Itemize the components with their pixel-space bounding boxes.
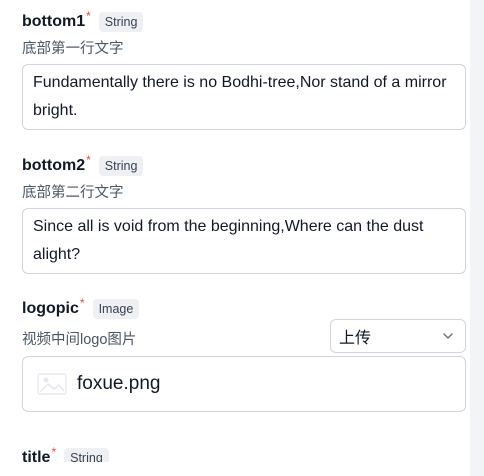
upload-mode-select[interactable]: 上传 bbox=[330, 319, 466, 353]
type-badge: String bbox=[98, 12, 144, 32]
field-label-row: logopic * Image bbox=[22, 296, 466, 321]
image-icon bbox=[37, 373, 67, 395]
scrollbar-track[interactable] bbox=[470, 0, 484, 476]
type-badge: Image bbox=[92, 299, 140, 319]
field-label: bottom1 bbox=[22, 13, 86, 30]
field-label: logopic bbox=[22, 300, 79, 317]
type-badge: String bbox=[98, 156, 144, 176]
field-description: 底部第二行文字 bbox=[22, 185, 124, 201]
required-mark: * bbox=[51, 445, 57, 459]
field-label: bottom2 bbox=[22, 157, 86, 174]
field-description: 底部第一行文字 bbox=[22, 41, 124, 57]
form-panel: bottom1 * String 底部第一行文字 Fundamentally t… bbox=[0, 0, 470, 476]
field-bottom1: bottom1 * String 底部第一行文字 Fundamentally t… bbox=[22, 9, 466, 130]
field-label-row: bottom2 * String bbox=[22, 153, 466, 178]
upload-mode-value: 上传 bbox=[339, 330, 372, 347]
bottom2-textarea[interactable]: Since all is void from the beginning,Whe… bbox=[22, 208, 466, 274]
field-label-row: bottom1 * String bbox=[22, 9, 466, 34]
required-mark: * bbox=[79, 296, 85, 310]
file-name: foxue.png bbox=[77, 373, 161, 394]
chevron-down-icon bbox=[443, 333, 453, 339]
logopic-file-input[interactable]: foxue.png bbox=[22, 356, 466, 412]
required-mark: * bbox=[86, 153, 91, 167]
bottom-edge-overlay bbox=[0, 462, 470, 476]
required-mark: * bbox=[86, 9, 91, 23]
field-bottom2: bottom2 * String 底部第二行文字 Since all is vo… bbox=[22, 153, 466, 274]
field-logopic: logopic * Image 视频中间logo图片 上传 foxue.png bbox=[22, 296, 466, 417]
bottom1-textarea[interactable]: Fundamentally there is no Bodhi-tree,Nor… bbox=[22, 64, 466, 130]
